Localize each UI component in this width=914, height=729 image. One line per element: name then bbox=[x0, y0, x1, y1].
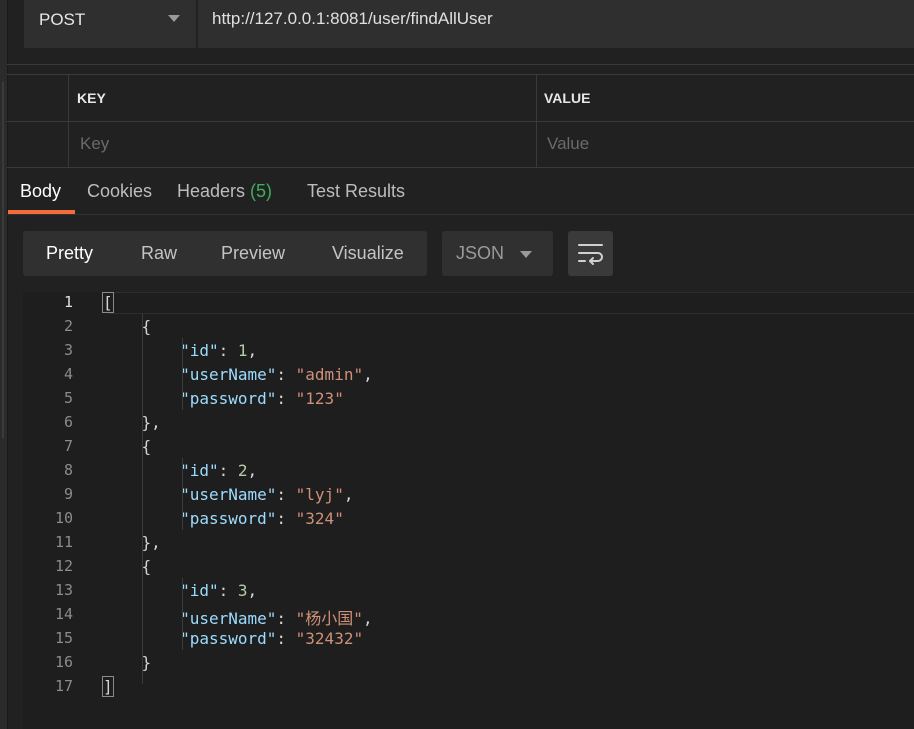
table-row-divider bbox=[7, 121, 914, 122]
method-label: POST bbox=[39, 10, 86, 29]
code-line: "userName": "admin", bbox=[180, 365, 373, 384]
preview-button[interactable]: Preview bbox=[221, 243, 285, 264]
tab-test-results[interactable]: Test Results bbox=[307, 181, 405, 202]
current-line-highlight bbox=[108, 292, 914, 314]
url-input[interactable]: http://127.0.0.1:8081/user/findAllUser bbox=[198, 0, 914, 48]
indent-guide bbox=[142, 314, 143, 684]
code-line: { bbox=[103, 437, 152, 456]
code-line: }, bbox=[103, 413, 161, 432]
line-number: 2 bbox=[63, 317, 73, 335]
line-number: 7 bbox=[63, 437, 73, 455]
format-toggle-group: Pretty Raw Preview Visualize bbox=[23, 231, 427, 276]
line-number: 4 bbox=[63, 365, 73, 383]
chevron-down-icon bbox=[520, 251, 532, 258]
line-number: 8 bbox=[63, 461, 73, 479]
tab-body[interactable]: Body bbox=[20, 181, 61, 202]
response-body-editor[interactable]: 1 2 3 4 5 6 7 8 9 10 11 12 13 14 15 16 17 [ { "id": 1, "… bbox=[23, 292, 914, 729]
line-number: 1 bbox=[63, 293, 73, 311]
line-number: 14 bbox=[54, 605, 73, 623]
line-number: 5 bbox=[63, 389, 73, 407]
pretty-button[interactable]: Pretty bbox=[46, 243, 93, 264]
url-text: http://127.0.0.1:8081/user/findAllUser bbox=[212, 9, 493, 28]
code-line: "id": 3, bbox=[180, 581, 258, 600]
column-divider bbox=[536, 75, 537, 167]
params-table: KEY VALUE Key Value bbox=[7, 74, 914, 168]
code-line: }, bbox=[103, 533, 161, 552]
line-number: 11 bbox=[54, 533, 73, 551]
code-line: { bbox=[103, 317, 152, 336]
language-select[interactable]: JSON bbox=[442, 231, 553, 276]
code-line: [ bbox=[102, 292, 114, 313]
raw-button[interactable]: Raw bbox=[141, 243, 177, 264]
wrap-lines-icon bbox=[578, 244, 603, 265]
chevron-down-icon bbox=[168, 15, 180, 22]
code-line: "id": 1, bbox=[180, 341, 258, 360]
line-number: 10 bbox=[54, 509, 73, 527]
key-column-header: KEY bbox=[77, 90, 106, 106]
visualize-button[interactable]: Visualize bbox=[332, 243, 404, 264]
line-number: 13 bbox=[54, 581, 73, 599]
code-line: "userName": "杨小国", bbox=[180, 609, 373, 628]
line-number: 17 bbox=[54, 677, 73, 695]
column-divider bbox=[68, 75, 69, 167]
tab-headers[interactable]: Headers (5) bbox=[177, 181, 272, 202]
response-tabs: Body Cookies Headers (5) Test Results bbox=[7, 166, 914, 214]
line-number: 6 bbox=[63, 413, 73, 431]
code-line: { bbox=[103, 557, 152, 576]
headers-count-badge: (5) bbox=[250, 181, 273, 201]
key-input[interactable]: Key bbox=[80, 134, 109, 154]
indent-guide bbox=[182, 338, 183, 410]
code-line: "password": "324" bbox=[180, 509, 344, 528]
code-line: "password": "123" bbox=[180, 389, 344, 408]
indent-guide bbox=[182, 578, 183, 650]
line-number: 16 bbox=[54, 653, 73, 671]
code-line: } bbox=[103, 653, 152, 672]
language-label: JSON bbox=[456, 243, 505, 263]
request-bar: POST http://127.0.0.1:8081/user/findAllU… bbox=[24, 0, 914, 48]
tabs-divider bbox=[7, 214, 914, 215]
tab-headers-label: Headers bbox=[177, 181, 251, 201]
line-number: 12 bbox=[54, 557, 73, 575]
line-number: 15 bbox=[54, 629, 73, 647]
method-select[interactable]: POST bbox=[24, 0, 196, 48]
code-line: "id": 2, bbox=[180, 461, 258, 480]
line-number: 9 bbox=[63, 485, 73, 503]
left-panel-marker bbox=[2, 82, 4, 438]
code-line: ] bbox=[102, 676, 114, 697]
divider bbox=[7, 64, 914, 65]
indent-guide bbox=[182, 458, 183, 530]
tab-cookies[interactable]: Cookies bbox=[87, 181, 152, 202]
value-column-header: VALUE bbox=[544, 90, 591, 106]
line-number: 3 bbox=[63, 341, 73, 359]
wrap-lines-button[interactable] bbox=[568, 231, 613, 276]
value-input[interactable]: Value bbox=[547, 134, 589, 154]
code-line: "userName": "lyj", bbox=[180, 485, 354, 504]
